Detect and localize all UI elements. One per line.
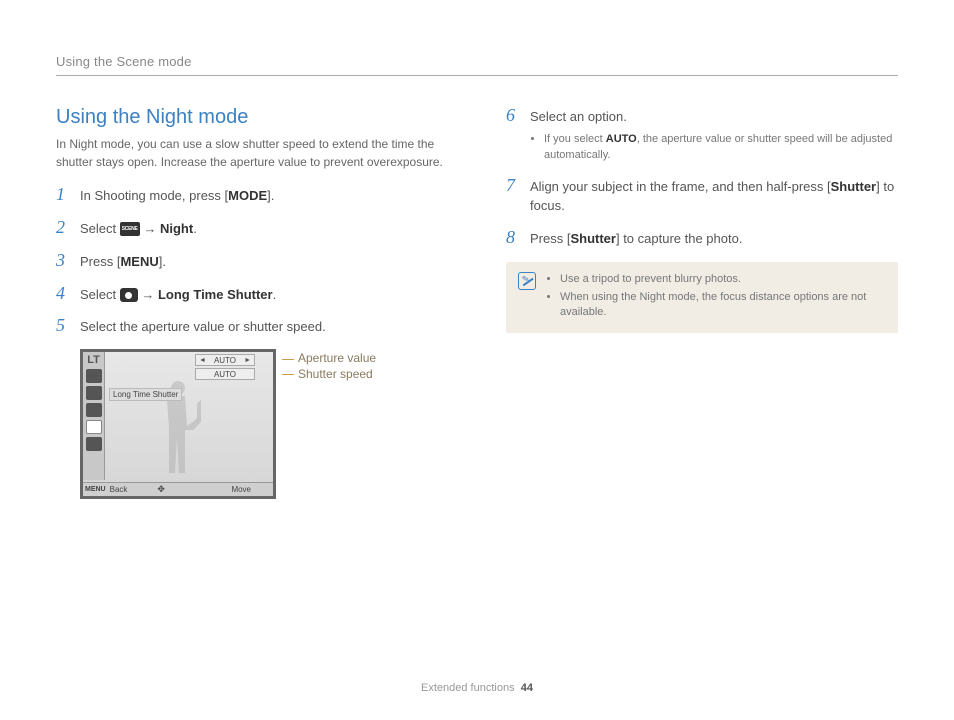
lcd-icon [86,403,102,417]
note-item: Use a tripod to prevent blurry photos. [560,272,886,287]
step-text: Select [80,287,120,302]
scene-icon [120,222,140,236]
note-icon [518,272,536,290]
note-item: When using the Night mode, the focus dis… [560,290,886,321]
menu-label: MENU [120,254,158,269]
step-text: ]. [159,254,166,269]
lcd-bottom-bar: MENU Back ✥ Move [83,482,273,496]
arrow: → [140,221,160,236]
shutter-callout: Shutter speed [298,367,373,383]
aperture-auto-pill: ◄ AUTO ► [195,354,255,366]
step-text: Select [80,221,120,236]
note-list: Use a tripod to prevent blurry photos. W… [546,272,886,322]
shutter-bold: Shutter [831,179,877,194]
step-text: . [273,287,277,302]
step-text: Press [ [80,254,120,269]
night-label: Night [160,221,193,236]
mode-label: MODE [228,188,267,203]
step-text: ] to capture the photo. [616,231,742,246]
step-3: 3 Press [MENU]. [56,251,448,272]
step-number: 3 [56,251,70,271]
lt-badge: LT [87,354,100,366]
right-arrow-icon: ► [244,357,251,364]
step-number: 5 [56,316,70,336]
step-text: Select the aperture value or shutter spe… [80,316,448,337]
lcd-mode-label: Long Time Shutter [109,388,182,401]
lcd-auto-controls: ◄ AUTO ► AUTO [195,354,255,382]
aperture-callout: Aperture value [298,351,376,367]
section-title: Using the Night mode [56,106,448,129]
step-number: 4 [56,284,70,304]
content-columns: Using the Night mode In Night mode, you … [56,106,898,499]
step-5: 5 Select the aperture value or shutter s… [56,316,448,337]
step-text: ]. [267,188,274,203]
auto-label: AUTO [214,370,236,379]
left-column: Using the Night mode In Night mode, you … [56,106,448,499]
step-text: Select an option. [530,109,627,124]
right-column: 6 Select an option. If you select AUTO, … [506,106,898,499]
step-number: 7 [506,176,520,196]
step-number: 1 [56,185,70,205]
back-label: Back [110,485,128,494]
intro-text: In Night mode, you can use a slow shutte… [56,135,448,171]
lcd-screenshot-row: LT ◄ AUTO [80,349,448,499]
lts-label: Long Time Shutter [158,287,273,302]
dpad-icon: ✥ [157,484,165,495]
step-7: 7 Align your subject in the frame, and t… [506,176,898,216]
camera-lcd: LT ◄ AUTO [80,349,276,499]
substep-list: If you select AUTO, the aperture value o… [530,131,898,164]
lcd-icon [86,386,102,400]
breadcrumb: Using the Scene mode [56,54,898,76]
shutter-auto-pill: AUTO [195,368,255,380]
auto-label: AUTO [214,356,236,365]
steps-right: 6 Select an option. If you select AUTO, … [506,106,898,248]
shutter-bold: Shutter [570,231,616,246]
lcd-icon [86,437,102,451]
substep-text: If you select [544,133,606,145]
manual-page: Using the Scene mode Using the Night mod… [0,0,954,720]
move-label: Move [231,485,251,494]
step-text: Press [ [530,231,570,246]
lcd-icon [86,420,102,434]
arrow: → [138,287,158,302]
step-number: 8 [506,228,520,248]
step-8: 8 Press [Shutter] to capture the photo. [506,228,898,249]
left-arrow-icon: ◄ [199,357,206,364]
note-box: Use a tripod to prevent blurry photos. W… [506,262,898,332]
footer-section: Extended functions [421,682,515,694]
step-number: 2 [56,218,70,238]
step-text: In Shooting mode, press [ [80,188,228,203]
step-2: 2 Select → Night. [56,218,448,239]
lcd-icon [86,369,102,383]
menu-button-label: MENU [85,486,106,493]
page-footer: Extended functions 44 [0,682,954,694]
substep: If you select AUTO, the aperture value o… [544,131,898,164]
step-6: 6 Select an option. If you select AUTO, … [506,106,898,164]
lcd-sidebar: LT [83,352,105,480]
step-4: 4 Select → Long Time Shutter. [56,284,448,305]
step-number: 6 [506,106,520,126]
camera-icon [120,288,138,302]
step-text: . [193,221,197,236]
step-1: 1 In Shooting mode, press [MODE]. [56,185,448,206]
page-number: 44 [521,682,533,694]
lcd-callouts: Aperture value Shutter speed [282,349,376,382]
steps-left: 1 In Shooting mode, press [MODE]. 2 Sele… [56,185,448,337]
auto-bold: AUTO [606,133,637,145]
step-text: Align your subject in the frame, and the… [530,179,831,194]
